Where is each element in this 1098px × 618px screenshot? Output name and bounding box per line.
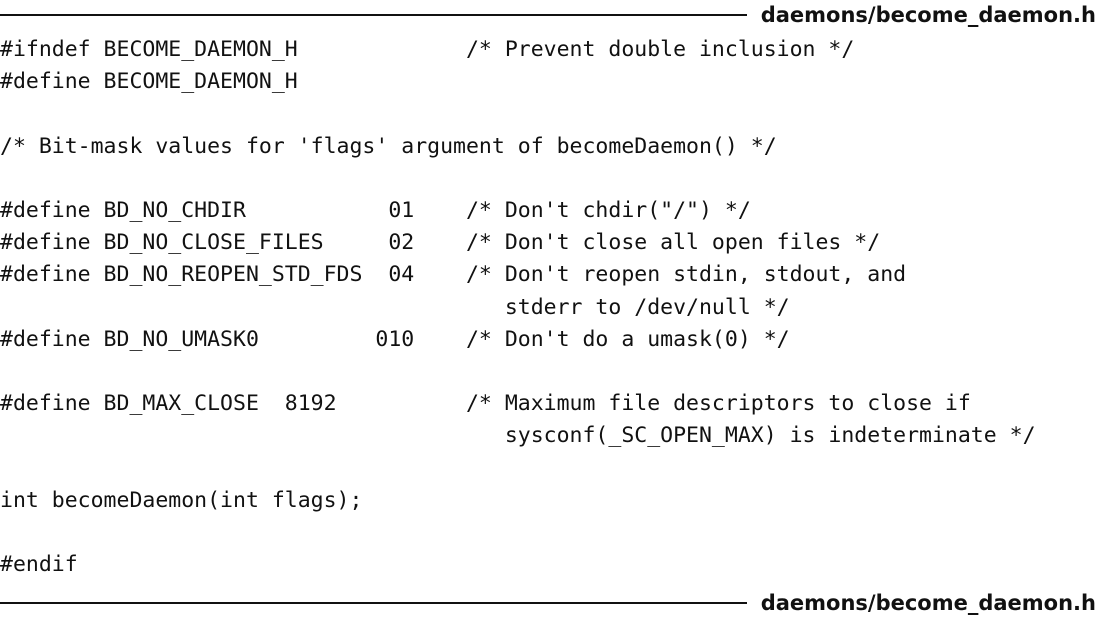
code-line: #define BECOME_DAEMON_H — [0, 69, 298, 95]
code-line: #define BD_NO_UMASK0 010 /* Don't do a u… — [0, 326, 790, 352]
code-line: sysconf(_SC_OPEN_MAX) is indeterminate *… — [0, 423, 1036, 449]
code-line: #define BD_NO_CLOSE_FILES 02 /* Don't cl… — [0, 230, 881, 256]
code-line: #define BD_MAX_CLOSE 8192 /* Maximum fil… — [0, 391, 971, 417]
header-rule — [0, 14, 747, 16]
code-line: /* Bit-mask values for 'flags' argument … — [0, 133, 777, 159]
footer-filename: daemons/become_daemon.h — [760, 591, 1096, 615]
listing-footer: daemons/become_daemon.h — [0, 588, 1098, 618]
code-line: #endif — [0, 552, 78, 577]
header-filename: daemons/become_daemon.h — [760, 3, 1096, 27]
code-line: #define BD_NO_CHDIR 01 /* Don't chdir("/… — [0, 197, 751, 223]
code-listing: #ifndef BECOME_DAEMON_H /* Prevent doubl… — [0, 34, 1036, 581]
code-line: #define BD_NO_REOPEN_STD_FDS 04 /* Don't… — [0, 262, 907, 288]
code-line: stderr to /dev/null */ — [0, 294, 790, 320]
footer-rule — [0, 602, 747, 604]
code-line: #ifndef BECOME_DAEMON_H /* Prevent doubl… — [0, 37, 855, 62]
code-line: int becomeDaemon(int flags); — [0, 487, 363, 513]
listing-header: daemons/become_daemon.h — [0, 0, 1098, 30]
